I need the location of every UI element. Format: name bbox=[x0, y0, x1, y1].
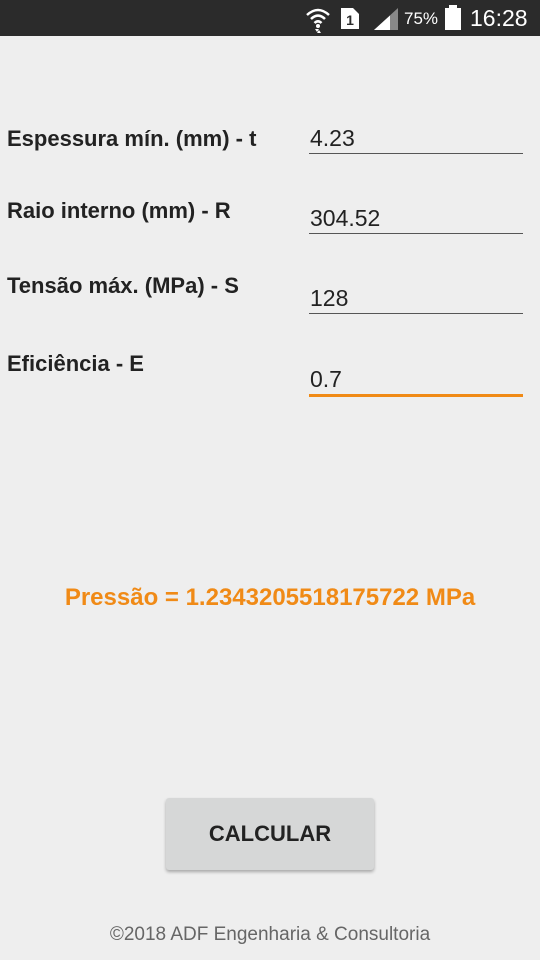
wifi-icon bbox=[306, 8, 330, 33]
inner-radius-label: Raio interno (mm) - R bbox=[7, 198, 231, 223]
efficiency-label: Eficiência - E bbox=[7, 351, 144, 376]
signal-icon bbox=[374, 8, 398, 30]
battery-percent: 75% bbox=[404, 9, 439, 28]
sim-slot-number: 1 bbox=[346, 12, 354, 28]
pressure-result: Pressão = 1.2343205518175722 MPa bbox=[64, 584, 476, 611]
footer-copyright: ©2018 ADF Engenharia & Consultoria bbox=[109, 924, 431, 945]
inner-radius-field[interactable]: 304.52 bbox=[309, 203, 523, 234]
calculate-button[interactable]: CALCULAR bbox=[166, 798, 374, 870]
thickness-label: Espessura mín. (mm) - t bbox=[7, 126, 257, 151]
status-bar: 1 75% 16:28 bbox=[0, 0, 540, 36]
sim-icon: 1 bbox=[341, 8, 359, 29]
max-stress-field[interactable]: 128 bbox=[309, 283, 523, 314]
battery-icon bbox=[445, 5, 461, 30]
max-stress-label: Tensão máx. (MPa) - S bbox=[7, 273, 239, 298]
efficiency-field[interactable]: 0.7 bbox=[309, 364, 523, 397]
thickness-field[interactable]: 4.23 bbox=[309, 123, 523, 154]
clock: 16:28 bbox=[470, 5, 528, 31]
